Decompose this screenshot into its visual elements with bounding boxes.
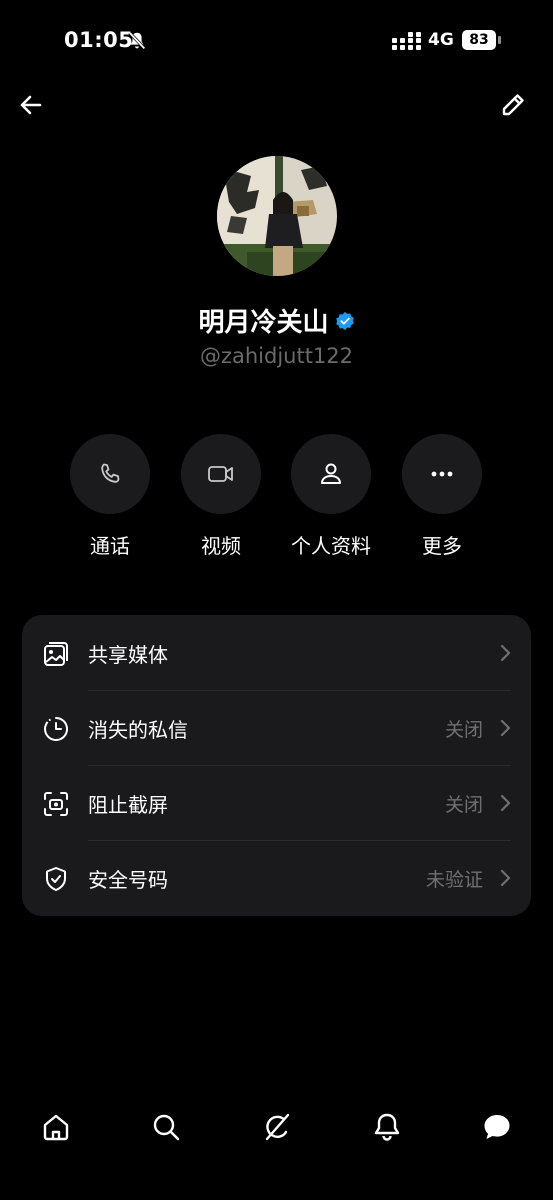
tab-notifications[interactable] [367, 1107, 407, 1147]
bottom-tab-bar [0, 1095, 553, 1159]
block-screenshots-value: 关闭 [444, 794, 483, 816]
chevron-right-icon [500, 794, 511, 812]
signal-icon [392, 32, 421, 50]
profile-name-row: 明月冷关山 [0, 302, 553, 346]
avatar[interactable] [217, 156, 337, 276]
tab-grok[interactable] [257, 1107, 297, 1147]
status-time: 01:05 [64, 28, 134, 52]
back-arrow-icon[interactable] [14, 88, 48, 122]
safety-number-row[interactable]: 安全号码 未验证 [22, 840, 531, 915]
settings-card: 共享媒体 消失的私信 关闭 阻止截屏 关闭 安全号码 未验证 [22, 615, 531, 916]
bell-muted-icon [128, 31, 146, 50]
tab-messages[interactable] [477, 1107, 517, 1147]
battery-icon: 83 [462, 30, 502, 50]
safety-number-value: 未验证 [425, 869, 483, 891]
messages-icon [484, 1115, 510, 1139]
safety-number-label: 安全号码 [88, 868, 168, 892]
shared-media-row[interactable]: 共享媒体 [22, 615, 531, 690]
block-screenshots-label: 阻止截屏 [88, 793, 168, 817]
more-icon [431, 471, 453, 477]
home-icon [43, 1114, 69, 1141]
gallery-icon [44, 642, 68, 666]
profile-label: 个人资料 [291, 534, 371, 558]
call-button[interactable]: 通话 [55, 434, 165, 559]
action-buttons: 通话 视频 个人资料 更多 [0, 434, 553, 564]
chevron-right-icon [500, 869, 511, 887]
screenshot-icon [44, 792, 68, 816]
call-label: 通话 [90, 534, 130, 558]
tab-search[interactable] [146, 1107, 186, 1147]
profile-handle: @zahidjutt122 [199, 344, 354, 368]
chevron-right-icon [500, 644, 511, 662]
bell-icon [374, 1113, 400, 1141]
grok-icon [265, 1113, 290, 1141]
profile-button[interactable]: 个人资料 [276, 434, 386, 559]
chevron-right-icon [500, 719, 511, 737]
video-icon [208, 466, 233, 482]
network-type: 4G [428, 30, 454, 50]
disappearing-messages-label: 消失的私信 [88, 718, 188, 742]
disappearing-messages-row[interactable]: 消失的私信 关闭 [22, 690, 531, 765]
verified-badge-icon [335, 311, 354, 330]
block-screenshots-row[interactable]: 阻止截屏 关闭 [22, 765, 531, 840]
shared-media-label: 共享媒体 [88, 643, 168, 667]
person-icon [321, 463, 341, 484]
battery-level: 83 [462, 30, 496, 50]
more-button[interactable]: 更多 [387, 434, 497, 559]
phone-icon [101, 463, 120, 483]
edit-pencil-icon[interactable] [496, 88, 530, 122]
tab-home[interactable] [36, 1107, 76, 1147]
profile-name: 明月冷关山 [198, 308, 329, 338]
search-icon [153, 1114, 180, 1141]
video-button[interactable]: 视频 [166, 434, 276, 559]
shield-icon [46, 867, 66, 891]
avatar-photo [217, 156, 337, 276]
status-bar: 01:05 4G 83 [0, 0, 553, 82]
more-label: 更多 [422, 534, 462, 558]
timer-icon [44, 717, 68, 741]
video-label: 视频 [201, 534, 241, 558]
disappearing-messages-value: 关闭 [444, 719, 483, 741]
